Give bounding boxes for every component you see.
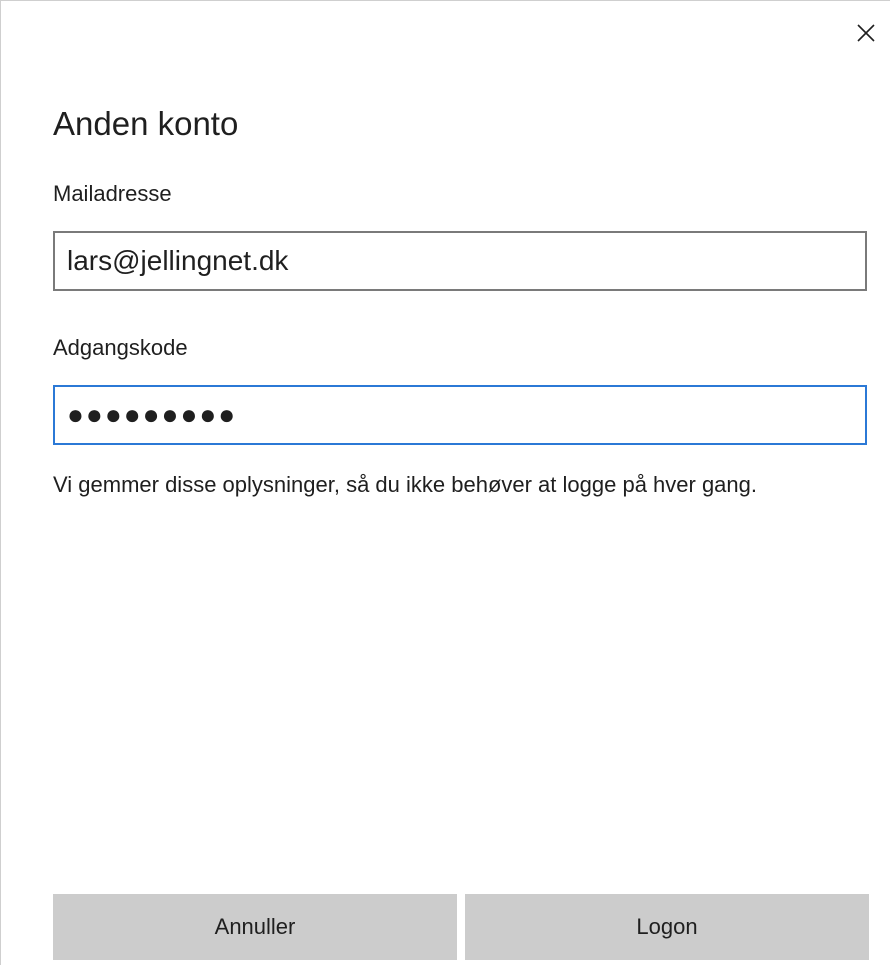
cancel-button-label: Annuller <box>214 914 296 939</box>
cancel-button[interactable]: Annuller <box>53 894 457 960</box>
password-label: Adgangskode <box>53 335 188 360</box>
close-button[interactable] <box>852 19 880 47</box>
dialog-title: Anden konto <box>53 105 239 142</box>
info-text: Vi gemmer disse oplysninger, så du ikke … <box>53 472 757 497</box>
close-icon <box>857 24 875 42</box>
logon-button-label: Logon <box>636 914 698 939</box>
email-label: Mailadresse <box>53 181 172 206</box>
logon-button[interactable]: Logon <box>465 894 869 960</box>
password-field[interactable]: ●●●●●●●●● <box>53 385 867 445</box>
account-dialog: Anden konto Mailadresse lars@jellingnet.… <box>0 0 890 965</box>
email-value: lars@jellingnet.dk <box>67 245 289 276</box>
email-field[interactable]: lars@jellingnet.dk <box>53 231 867 291</box>
password-masked-value: ●●●●●●●●● <box>67 399 238 430</box>
